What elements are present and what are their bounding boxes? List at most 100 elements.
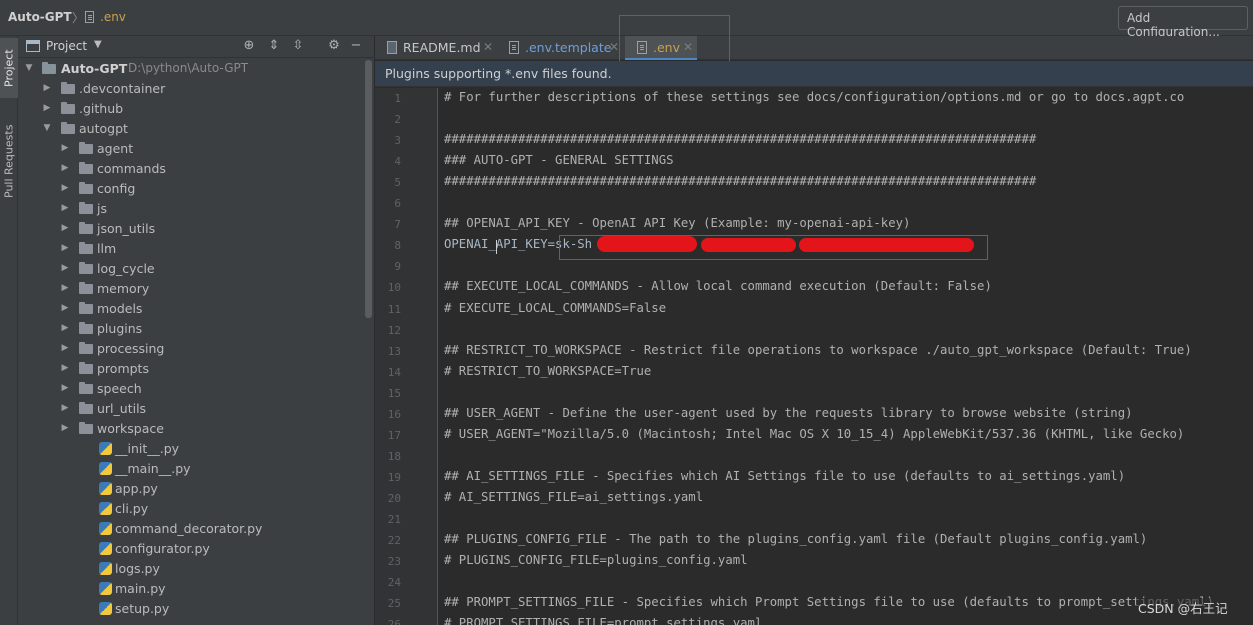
project-scrollbar[interactable] — [365, 60, 372, 318]
chevron-right-icon[interactable]: ▶ — [60, 162, 70, 174]
chevron-down-icon[interactable]: ▼ — [42, 122, 52, 134]
tree-item[interactable]: setup.py — [18, 599, 363, 619]
tree-item-label: commands — [97, 161, 166, 176]
gear-icon[interactable]: ⚙ — [326, 38, 342, 54]
chevron-right-icon[interactable]: ▶ — [60, 142, 70, 154]
line-number: 15 — [387, 386, 401, 400]
chevron-right-icon[interactable]: ▶ — [60, 182, 70, 194]
tree-item-label: configurator.py — [115, 541, 210, 556]
tree-item[interactable]: cli.py — [18, 499, 363, 519]
chevron-right-icon[interactable]: ▶ — [60, 402, 70, 414]
folder-icon — [42, 62, 56, 74]
collapse-all-icon[interactable]: ⇳ — [290, 38, 306, 54]
chevron-right-icon[interactable]: ▶ — [42, 82, 52, 94]
python-file-icon — [99, 582, 112, 595]
line-number: 14 — [387, 365, 401, 379]
close-icon[interactable]: ✕ — [609, 40, 619, 54]
line-number: 13 — [387, 344, 401, 358]
chevron-right-icon[interactable]: ▶ — [60, 342, 70, 354]
tree-item-label: models — [97, 301, 143, 316]
code-line: ### AUTO-GPT - GENERAL SETTINGS — [444, 153, 674, 168]
tree-item[interactable]: ▶ agent — [18, 139, 363, 159]
tree-item[interactable]: ▶ js — [18, 199, 363, 219]
code-editor[interactable]: # PROMPT_SETTINGS_FILE=prompt_settings.y… — [439, 88, 1253, 625]
expand-all-icon[interactable]: ⇕ — [266, 38, 282, 54]
tab-readme[interactable]: README.md ✕ — [375, 36, 499, 60]
tree-item[interactable]: ▶ json_utils — [18, 219, 363, 239]
chevron-right-icon[interactable]: ▶ — [60, 422, 70, 434]
tree-item-label: js — [97, 201, 107, 216]
chevron-right-icon[interactable]: ▶ — [60, 202, 70, 214]
line-number: 5 — [394, 176, 401, 190]
tree-item[interactable]: configurator.py — [18, 539, 363, 559]
tree-root[interactable]: ▼ Auto-GPT D:\python\Auto-GPT — [18, 59, 363, 79]
tree-item[interactable]: ▶ memory — [18, 279, 363, 299]
plugins-banner[interactable]: Plugins supporting *.env files found. — [375, 61, 1253, 87]
tree-item[interactable]: logs.py — [18, 559, 363, 579]
watermark: CSDN @右王记 — [1136, 598, 1230, 617]
tree-item[interactable]: ▶ log_cycle — [18, 259, 363, 279]
python-file-icon — [99, 602, 112, 615]
tree-item[interactable]: ▶ .devcontainer — [18, 79, 363, 99]
pull-requests-tool-tab[interactable]: Pull Requests — [0, 116, 18, 206]
project-tool-tab[interactable]: Project — [0, 38, 18, 98]
tab-label: README.md — [403, 40, 481, 55]
breadcrumb-file[interactable]: .env — [100, 10, 126, 24]
text-file-icon — [509, 41, 519, 54]
chevron-right-icon[interactable]: ▶ — [60, 242, 70, 254]
tree-item[interactable]: ▶ prompts — [18, 359, 363, 379]
tree-item-label: setup.py — [115, 601, 170, 616]
line-number: 4 — [394, 155, 401, 169]
chevron-right-icon[interactable]: ▶ — [60, 302, 70, 314]
tree-item[interactable]: ▶ speech — [18, 379, 363, 399]
add-configuration-button[interactable]: Add Configuration... — [1118, 6, 1248, 39]
chevron-right-icon[interactable]: ▶ — [42, 102, 52, 114]
tree-item[interactable]: __init__.py — [18, 439, 363, 459]
line-number: 12 — [387, 323, 401, 337]
project-panel-title[interactable]: Project — [46, 39, 87, 53]
tree-item[interactable]: ▶ config — [18, 179, 363, 199]
tree-item[interactable]: ▶ plugins — [18, 319, 363, 339]
tree-item[interactable]: app.py — [18, 479, 363, 499]
tree-item[interactable]: ▼ autogpt — [18, 119, 363, 139]
chevron-right-icon[interactable]: ▶ — [60, 322, 70, 334]
chevron-right-icon[interactable]: ▶ — [60, 282, 70, 294]
chevron-right-icon[interactable]: ▶ — [60, 362, 70, 374]
tree-item[interactable]: main.py — [18, 579, 363, 599]
chevron-right-icon[interactable]: ▶ — [60, 382, 70, 394]
folder-icon — [79, 422, 93, 434]
python-file-icon — [99, 462, 112, 475]
tree-item-label: log_cycle — [97, 261, 155, 276]
code-line: # RESTRICT_TO_WORKSPACE=True — [444, 363, 652, 378]
python-file-icon — [99, 482, 112, 495]
python-file-icon — [99, 502, 112, 515]
tree-item[interactable]: ▶ workspace — [18, 419, 363, 439]
breadcrumb-project[interactable]: Auto-GPT — [8, 10, 72, 24]
locate-file-icon[interactable]: ⊕ — [241, 38, 257, 54]
tree-item[interactable]: ▶ models — [18, 299, 363, 319]
tree-item[interactable]: ▶ commands — [18, 159, 363, 179]
chevron-right-icon[interactable]: ▶ — [60, 262, 70, 274]
tree-item[interactable]: ▶ llm — [18, 239, 363, 259]
tree-item-label: memory — [97, 281, 150, 296]
tree-item[interactable]: command_decorator.py — [18, 519, 363, 539]
tree-item-label: plugins — [97, 321, 143, 336]
project-panel: Project ▼ ⊕ ⇕ ⇳ ⚙ − ▼ Auto-GPT D:\python… — [18, 36, 375, 625]
chevron-right-icon[interactable]: ▶ — [60, 222, 70, 234]
line-number: 19 — [387, 470, 401, 484]
chevron-down-icon[interactable]: ▼ — [94, 39, 102, 50]
tree-item[interactable]: __main__.py — [18, 459, 363, 479]
tree-item-label: prompts — [97, 361, 149, 376]
code-line: ########################################… — [444, 174, 1037, 189]
chevron-down-icon[interactable]: ▼ — [24, 62, 34, 74]
close-icon[interactable]: ✕ — [483, 40, 493, 54]
tree-item-label: json_utils — [97, 221, 156, 236]
tree-item[interactable]: ▶ processing — [18, 339, 363, 359]
tree-item-label: autogpt — [79, 121, 128, 136]
tree-item[interactable]: ▶ .github — [18, 99, 363, 119]
code-line: ## RESTRICT_TO_WORKSPACE - Restrict file… — [444, 342, 1192, 357]
tab-env-template[interactable]: .env.template ✕ — [499, 36, 623, 60]
tree-item-label: __main__.py — [115, 461, 191, 476]
tree-item[interactable]: ▶ url_utils — [18, 399, 363, 419]
hide-panel-icon[interactable]: − — [348, 38, 364, 54]
